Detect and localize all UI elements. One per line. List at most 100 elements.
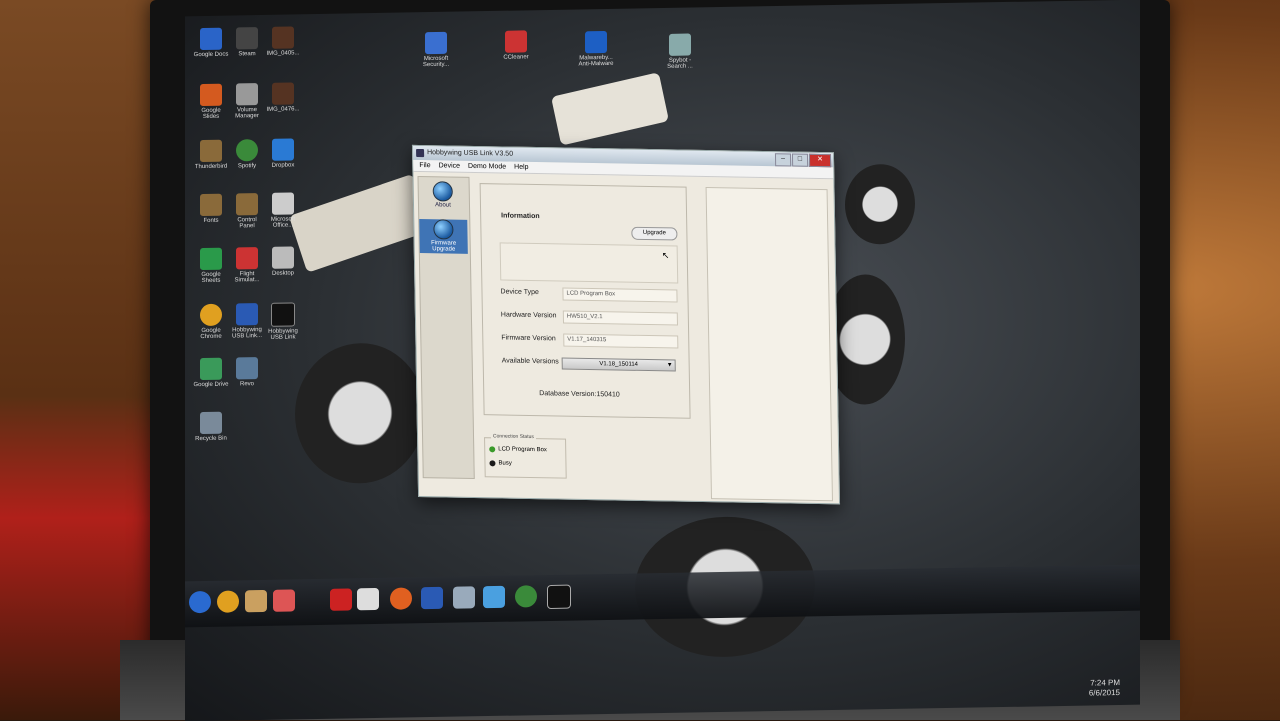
chevron-down-icon: ▼	[666, 362, 673, 369]
dropbox-icon	[272, 138, 294, 161]
hobbywing-usb-taskbar-icon[interactable]	[547, 584, 571, 610]
desktop-icon[interactable]: Microsoft Security...	[418, 31, 454, 69]
volume-icon	[236, 83, 258, 106]
hobbywing-taskbar-icon[interactable]	[421, 586, 443, 610]
window-title: Hobbywing USB Link V3.50	[427, 149, 514, 158]
desktop-icon[interactable]: Malwareby... Anti-Malware	[578, 30, 614, 68]
database-version: Database Version:150410	[539, 390, 620, 399]
desktop-icon[interactable]: Hobbywing USB Link	[265, 302, 301, 341]
hobbywing-usb-icon	[271, 302, 295, 327]
desktop-icon[interactable]: Google Slides	[193, 83, 229, 121]
hardware-version-label: Hardware Version	[500, 311, 557, 320]
desktop-icon[interactable]: Volume Manager	[229, 83, 265, 120]
connection-status-group: Connection Status LCD Program Box Busy	[484, 433, 567, 479]
wallpaper-wing-left	[288, 173, 432, 273]
folder-icon	[236, 193, 258, 216]
document-icon	[272, 192, 294, 215]
image-file-icon	[272, 26, 294, 49]
spybot-icon	[669, 33, 691, 56]
desktop-icon[interactable]: Microsoft Office...	[265, 192, 301, 229]
available-versions-label: Available Versions	[501, 357, 559, 366]
desktop-icon[interactable]: Fonts	[193, 193, 229, 225]
desktop-icon[interactable]: Google Drive	[193, 357, 229, 389]
google-docs-icon	[200, 27, 222, 51]
menu-help[interactable]: Help	[514, 162, 529, 173]
firmware-panel: Information Upgrade Device Type LCD Prog…	[479, 183, 691, 419]
desktop-icon[interactable]: Spotify	[229, 139, 265, 170]
google-slides-icon	[200, 83, 222, 107]
maximize-button[interactable]: □	[791, 153, 809, 167]
status-row-busy: Busy	[489, 460, 512, 467]
desktop-icon[interactable]: Dropbox	[265, 138, 301, 169]
folder-icon	[200, 139, 222, 163]
desktop-icon[interactable]: Control Panel	[229, 193, 265, 230]
minimize-button[interactable]: –	[774, 153, 792, 167]
desktop-icon[interactable]: Google Sheets	[193, 247, 229, 285]
spotify-taskbar-icon[interactable]	[515, 585, 537, 608]
explorer-taskbar-icon[interactable]	[245, 589, 267, 613]
google-sheets-icon	[200, 247, 222, 271]
device-type-field: LCD Program Box	[562, 287, 678, 303]
desktop-icon[interactable]: Spybot - Search ...	[662, 33, 698, 70]
desktop-icon[interactable]: Revo	[229, 357, 265, 388]
hobbywing-icon	[236, 303, 258, 326]
app-taskbar-icon[interactable]	[330, 588, 352, 611]
desktop-icon[interactable]: Desktop	[265, 246, 301, 277]
menu-demo-mode[interactable]: Demo Mode	[468, 161, 506, 173]
clock-date: 6/6/2015	[1088, 688, 1120, 698]
wallpaper-tire	[295, 342, 425, 485]
device-type-label: Device Type	[500, 288, 539, 297]
ccleaner-icon	[505, 30, 527, 53]
wallpaper-tire	[845, 163, 915, 245]
dropbox-taskbar-icon[interactable]	[483, 585, 505, 609]
media-taskbar-icon[interactable]	[273, 589, 295, 612]
app-taskbar-icon[interactable]	[357, 587, 379, 611]
close-button[interactable]: ✕	[808, 153, 832, 168]
revo-icon	[236, 357, 258, 380]
connection-status-title: Connection Status	[490, 433, 536, 441]
recycle-bin-icon	[200, 411, 222, 435]
status-dot-icon	[489, 460, 496, 467]
menu-device[interactable]: Device	[438, 160, 461, 171]
clock-time: 7:24 PM	[1090, 678, 1120, 688]
desktop-icon[interactable]: IMG_0476...	[265, 82, 301, 113]
chrome-icon	[200, 303, 222, 327]
nav-firmware-upgrade[interactable]: Firmware Upgrade	[419, 219, 468, 254]
desktop-icon[interactable]: Hobbywing USB Link...	[229, 303, 265, 340]
spotify-icon	[236, 139, 258, 162]
desktop-icon[interactable]: Google Chrome	[193, 303, 229, 341]
information-box	[499, 242, 679, 284]
available-versions-select[interactable]: V1.18_150114 ▼	[561, 357, 676, 372]
desktop-icon[interactable]: IMG_0405...	[265, 26, 301, 57]
firmware-version-label: Firmware Version	[501, 334, 556, 343]
taskbar	[185, 564, 1140, 628]
window-taskbar-icon[interactable]	[453, 586, 475, 609]
hobbywing-window: Hobbywing USB Link V3.50 – □ ✕ File Devi…	[411, 144, 841, 505]
desktop-icon[interactable]: CCleaner	[498, 30, 534, 61]
mouse-cursor-icon: ↖	[661, 250, 670, 261]
upgrade-button[interactable]: Upgrade	[631, 226, 678, 241]
firefox-taskbar-icon[interactable]	[390, 587, 412, 610]
nav-about[interactable]: About	[419, 181, 468, 216]
folder-icon	[200, 193, 222, 217]
image-file-icon	[272, 82, 294, 105]
menu-file[interactable]: File	[419, 160, 430, 171]
status-row-lcd: LCD Program Box	[489, 446, 547, 453]
right-pane	[705, 187, 833, 502]
hardware-version-field: HW510_V2.1	[562, 310, 678, 326]
chrome-taskbar-icon[interactable]	[217, 590, 239, 613]
wallpaper-wing-right	[551, 72, 669, 146]
globe-icon	[433, 219, 454, 240]
malwarebytes-icon	[585, 30, 607, 54]
globe-icon	[432, 181, 453, 202]
desktop-icon[interactable]: Steam	[229, 27, 265, 58]
desktop-icon[interactable]: Thunderbird	[193, 139, 229, 171]
start-button[interactable]	[189, 590, 211, 614]
taskbar-clock[interactable]: 7:24 PM 6/6/2015	[1089, 678, 1120, 699]
information-label: Information	[501, 212, 540, 221]
app-icon	[416, 148, 425, 158]
desktop-icon[interactable]: Recycle Bin	[193, 411, 229, 443]
desktop-icon[interactable]: Google Docs	[193, 27, 229, 59]
firmware-version-field: V1.17_140315	[563, 333, 679, 349]
desktop-icon[interactable]: Flight Simulat...	[229, 247, 265, 284]
